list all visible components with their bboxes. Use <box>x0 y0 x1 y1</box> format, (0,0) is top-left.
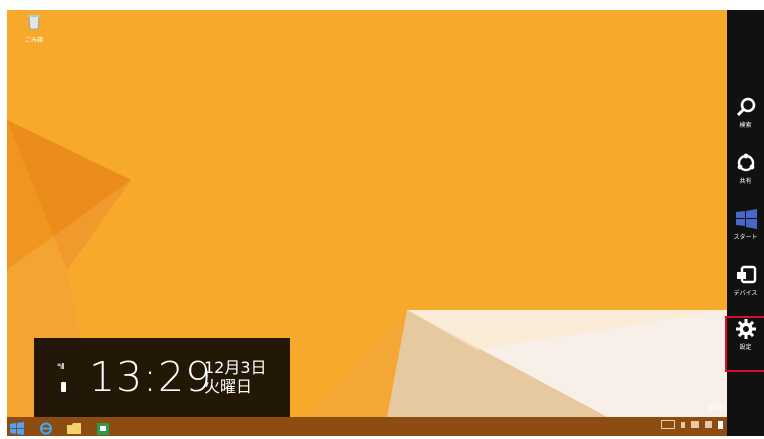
signal-strength-icon: *ıll <box>57 362 65 371</box>
recycle-bin-label: ごみ箱 <box>24 37 43 44</box>
store-icon <box>97 423 109 435</box>
internet-explorer-button[interactable] <box>39 420 53 435</box>
devices-icon <box>736 265 756 284</box>
search-icon <box>736 97 755 117</box>
charm-settings[interactable]: 設定 <box>725 316 764 372</box>
file-explorer-button[interactable] <box>67 420 81 434</box>
windows-logo-icon <box>10 422 24 435</box>
volume-icon[interactable] <box>705 421 712 428</box>
desktop-background: ごみ箱 *ıll 13:29 12月3日 火曜日 Win <box>7 10 727 417</box>
charm-label: 検索 <box>739 122 752 129</box>
battery-icon <box>61 382 66 392</box>
system-tray <box>661 420 723 429</box>
share-icon <box>737 153 754 172</box>
start-button[interactable] <box>10 420 24 435</box>
folder-icon <box>67 423 81 434</box>
charm-search[interactable]: 検索 <box>727 96 764 148</box>
clock-date-block: 12月3日 火曜日 <box>204 358 267 396</box>
settings-gear-icon <box>735 319 756 339</box>
windows-watermark: Win <box>708 403 725 413</box>
internet-explorer-icon <box>40 422 52 435</box>
store-button[interactable] <box>96 420 110 435</box>
windows-logo-icon <box>735 209 757 229</box>
charm-share[interactable]: 共有 <box>727 152 764 204</box>
charms-bar: 検索 共有 スタート デバイス 設定 <box>725 10 764 436</box>
charm-start[interactable]: スタート <box>727 208 764 260</box>
lock-clock-overlay: *ıll 13:29 12月3日 火曜日 <box>34 338 290 417</box>
charm-label: 設定 <box>739 344 752 351</box>
clock-weekday: 火曜日 <box>204 377 253 396</box>
flag-icon[interactable] <box>681 421 685 428</box>
network-icon[interactable] <box>691 421 699 428</box>
clock-date: 12月3日 <box>204 358 267 377</box>
power-icon[interactable] <box>718 420 723 429</box>
taskbar <box>7 417 727 436</box>
charm-label: 共有 <box>739 178 752 185</box>
charm-label: スタート <box>733 234 758 241</box>
keyboard-icon[interactable] <box>661 420 675 429</box>
recycle-bin-shortcut[interactable]: ごみ箱 <box>17 14 51 44</box>
clock-time: 13:29 <box>89 353 213 401</box>
charm-devices[interactable]: デバイス <box>727 264 764 316</box>
recycle-bin-icon <box>28 15 40 30</box>
charm-label: デバイス <box>733 290 758 297</box>
